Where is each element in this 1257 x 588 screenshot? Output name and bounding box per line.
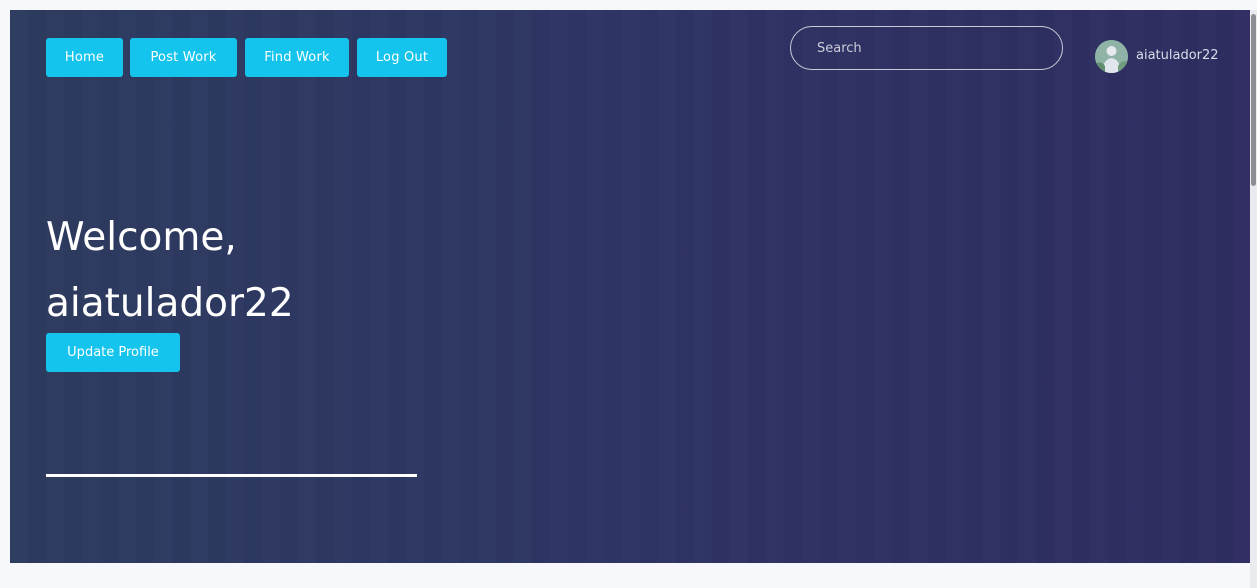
welcome-greeting: Welcome, [46,215,237,260]
avatar-image [1095,40,1128,73]
post-work-button[interactable]: Post Work [130,38,237,77]
search-input[interactable] [790,26,1063,70]
update-profile-button[interactable]: Update Profile [46,333,180,372]
find-work-button[interactable]: Find Work [245,38,349,77]
username-label[interactable]: aiatulador22 [1136,48,1219,63]
hero-section: Home Post Work Find Work Log Out aiatula… [10,10,1250,563]
welcome-heading: Welcome, aiatulador22 [46,205,294,337]
scrollbar-thumb[interactable] [1251,14,1256,186]
user-avatar-icon[interactable] [1095,40,1128,73]
log-out-button[interactable]: Log Out [357,38,447,77]
welcome-username: aiatulador22 [46,281,294,326]
page: Home Post Work Find Work Log Out aiatula… [0,0,1257,588]
home-button[interactable]: Home [46,38,123,77]
hero-divider [46,474,417,477]
